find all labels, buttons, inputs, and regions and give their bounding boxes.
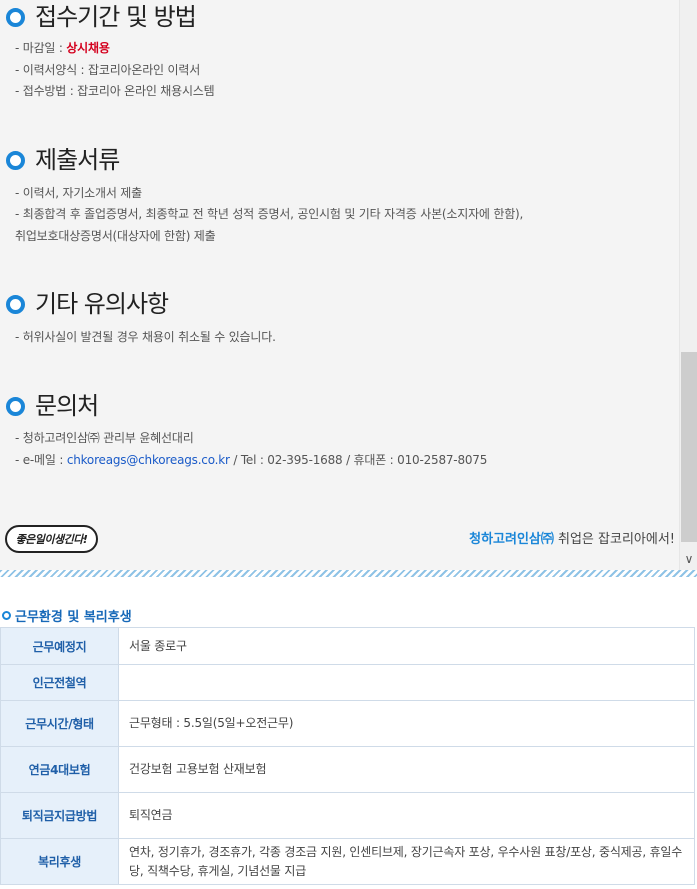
row-value: 서울 종로구 bbox=[118, 627, 695, 665]
table-row: 퇴직금지급방법 퇴직연금 bbox=[0, 792, 695, 839]
documents-line-1: - 이력서, 자기소개서 제출 bbox=[15, 186, 142, 200]
row-value: 근무형태 : 5.5일(5일+오전근무) bbox=[118, 700, 695, 747]
documents-line-3: 취업보호대상증명서(대상자에 한함) 제출 bbox=[15, 229, 216, 243]
circle-bullet-icon bbox=[6, 294, 25, 314]
row-label: 인근전철역 bbox=[0, 664, 119, 701]
row-value: 건강보험 고용보험 산재보험 bbox=[118, 746, 695, 793]
circle-bullet-icon bbox=[6, 396, 25, 416]
table-row: 복리후생 연차, 정기휴가, 경조휴가, 각종 경조금 지원, 인센티브제, 장… bbox=[0, 838, 695, 885]
vertical-scrollbar[interactable]: ∨ bbox=[679, 0, 697, 574]
contact-person-line: - 청하고려인삼㈜ 관리부 윤혜선대리 bbox=[15, 431, 194, 445]
row-label: 근무시간/형태 bbox=[0, 700, 119, 747]
table-row: 근무시간/형태 근무형태 : 5.5일(5일+오전근무) bbox=[0, 700, 695, 747]
notes-line-1: - 허위사실이 발견될 경우 채용이 취소될 수 있습니다. bbox=[15, 330, 276, 344]
footer-brand-text: 청하고려인삼㈜ 취업은 잡코리아에서! bbox=[469, 532, 675, 547]
section-title-documents: 제출서류 bbox=[6, 145, 120, 175]
deadline-value: 상시채용 bbox=[66, 41, 110, 55]
row-label: 퇴직금지급방법 bbox=[0, 792, 119, 839]
table-row: 인근전철역 bbox=[0, 664, 695, 701]
scroll-down-arrow-icon[interactable]: ∨ bbox=[680, 552, 697, 566]
job-posting-content: 접수기간 및 방법 - 마감일 : 상시채용 - 이력서양식 : 잡코리아온라인… bbox=[0, 0, 679, 574]
job-posting-panel: 접수기간 및 방법 - 마감일 : 상시채용 - 이력서양식 : 잡코리아온라인… bbox=[0, 0, 697, 574]
work-env-table: 근무예정지 서울 종로구 인근전철역 근무시간/형태 근무형태 : 5.5일(5… bbox=[0, 627, 695, 885]
striped-divider bbox=[0, 570, 697, 577]
table-row: 연금4대보험 건강보험 고용보험 산재보험 bbox=[0, 746, 695, 793]
row-label: 근무예정지 bbox=[0, 627, 119, 665]
section-title-contact: 문의처 bbox=[6, 391, 99, 421]
row-value bbox=[118, 664, 695, 701]
email-link[interactable]: chkoreags@chkoreags.co.kr bbox=[67, 453, 230, 467]
deadline-line: - 마감일 : 상시채용 bbox=[15, 41, 110, 55]
table-row: 근무예정지 서울 종로구 bbox=[0, 627, 695, 665]
section-title-notes: 기타 유의사항 bbox=[6, 289, 169, 319]
contact-info-line: - e-메일 : chkoreags@chkoreags.co.kr / Tel… bbox=[15, 453, 488, 467]
scrollbar-thumb[interactable] bbox=[681, 352, 697, 542]
circle-bullet-icon bbox=[6, 150, 25, 170]
row-value: 연차, 정기휴가, 경조휴가, 각종 경조금 지원, 인센티브제, 장기근속자 … bbox=[118, 838, 695, 885]
stamp-logo: 좋은일이생긴다! bbox=[5, 525, 98, 553]
circle-bullet-icon bbox=[2, 611, 11, 620]
section-title-application: 접수기간 및 방법 bbox=[6, 2, 197, 32]
row-label: 연금4대보험 bbox=[0, 746, 119, 793]
documents-line-2: - 최종합격 후 졸업증명서, 최종학교 전 학년 성적 증명서, 공인시험 및… bbox=[15, 207, 524, 221]
work-env-title: 근무환경 및 복리후생 bbox=[2, 606, 132, 625]
company-name: 청하고려인삼㈜ bbox=[469, 532, 554, 547]
circle-bullet-icon bbox=[6, 7, 25, 27]
row-value: 퇴직연금 bbox=[118, 792, 695, 839]
application-method-line: - 접수방법 : 잡코리아 온라인 채용시스템 bbox=[15, 84, 215, 98]
resume-format-line: - 이력서양식 : 잡코리아온라인 이력서 bbox=[15, 63, 201, 77]
row-label: 복리후생 bbox=[0, 838, 119, 885]
